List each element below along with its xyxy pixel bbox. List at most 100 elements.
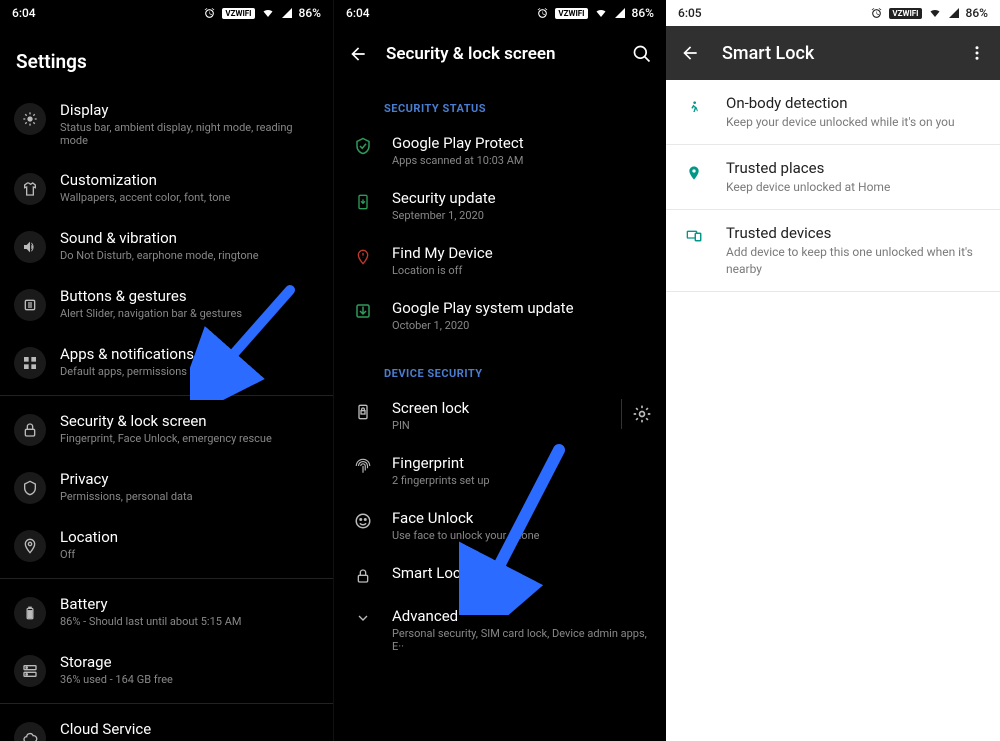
item-sub: Off <box>60 548 118 561</box>
location-alert-icon <box>355 247 371 267</box>
settings-item-buttons[interactable]: Buttons & gestures Alert Slider, navigati… <box>0 275 333 333</box>
item-label: Screen lock <box>392 399 469 417</box>
status-bar: 6:05 VZWIFI 86% <box>666 0 1000 26</box>
wifi-icon <box>261 7 275 19</box>
gear-icon[interactable] <box>632 404 652 424</box>
settings-item-battery[interactable]: Battery 86% - Should last until about 5:1… <box>0 583 333 641</box>
item-label: Find My Device <box>392 244 493 262</box>
settings-item-customization[interactable]: CustomizationWallpapers, accent color, f… <box>0 159 333 217</box>
item-label: Advanced <box>392 607 652 625</box>
item-sub: Keep your device unlocked while it's on … <box>726 114 955 130</box>
signal-icon <box>614 7 626 19</box>
carrier-badge: VZWIFI <box>555 8 587 19</box>
page-title: Settings <box>0 26 333 89</box>
item-sub: Fingerprint, Face Unlock, emergency resc… <box>60 432 272 445</box>
sec-item-play-protect[interactable]: Google Play Protect Apps scanned at 10:03… <box>334 123 666 178</box>
settings-panel: 6:04 VZWIFI 86% Settings DisplayStatus b… <box>0 0 333 741</box>
page-title: Security & lock screen <box>386 44 614 64</box>
status-time: 6:04 <box>12 6 36 20</box>
sec-item-face-unlock[interactable]: Face UnlockUse face to unlock your phone <box>334 498 666 553</box>
alarm-icon <box>203 7 216 20</box>
item-sub: Status bar, ambient display, night mode,… <box>60 121 319 147</box>
shirt-icon <box>22 181 38 197</box>
item-label: Trusted devices <box>726 224 982 242</box>
back-icon[interactable] <box>348 44 368 64</box>
shield-check-icon <box>354 137 372 155</box>
settings-item-location[interactable]: Location Off <box>0 516 333 574</box>
sec-item-screen-lock[interactable]: Screen lock PIN <box>334 388 666 443</box>
status-bar: 6:04 VZWIFI 86% <box>334 0 666 26</box>
item-sub: Wallpapers, accent color, font, tone <box>60 191 230 204</box>
more-icon[interactable] <box>968 44 986 62</box>
lock-icon <box>355 567 371 585</box>
settings-item-cloud[interactable]: Cloud ServiceSync data with cloud <box>0 708 333 741</box>
sec-item-play-system-update[interactable]: Google Play system update October 1, 2020 <box>334 288 666 343</box>
item-sub: October 1, 2020 <box>392 319 574 332</box>
divider <box>0 395 333 396</box>
sec-item-security-update[interactable]: Security updateSeptember 1, 2020 <box>334 178 666 233</box>
item-label: Location <box>60 528 118 546</box>
storage-icon <box>22 663 38 679</box>
sl-item-trusted-places[interactable]: Trusted places Keep device unlocked at Ho… <box>666 145 1000 210</box>
item-label: Cloud Service <box>60 720 161 738</box>
item-sub: Keep device unlocked at Home <box>726 179 890 195</box>
display-icon <box>22 111 38 127</box>
item-label: Fingerprint <box>392 454 490 472</box>
item-sub: 86% - Should last until about 5:15 AM <box>60 615 241 628</box>
alarm-icon <box>536 7 549 20</box>
item-label: Google Play Protect <box>392 134 524 152</box>
settings-item-apps[interactable]: Apps & notifications Default apps, permis… <box>0 333 333 391</box>
page-title: Smart Lock <box>722 43 946 64</box>
sl-item-onbody[interactable]: On-body detectionKeep your device unlock… <box>666 80 1000 145</box>
section-device-security: DEVICE SECURITY <box>334 343 666 388</box>
battery-pct: 86% <box>299 6 321 20</box>
settings-item-storage[interactable]: Storage36% used - 164 GB free <box>0 641 333 699</box>
sec-item-find-device[interactable]: Find My DeviceLocation is off <box>334 233 666 288</box>
chevron-down-icon <box>355 610 371 626</box>
item-sub: Apps scanned at 10:03 AM <box>392 154 524 167</box>
sec-item-advanced[interactable]: Advanced Personal security, SIM card lock… <box>334 596 666 664</box>
phone-update-icon <box>355 192 371 212</box>
item-label: Security & lock screen <box>60 412 272 430</box>
settings-item-display[interactable]: DisplayStatus bar, ambient display, nigh… <box>0 89 333 159</box>
signal-icon <box>948 7 960 19</box>
smart-lock-panel: 6:05 VZWIFI 86% Smart Lock On-body detec… <box>666 0 1000 741</box>
battery-pct: 86% <box>632 6 654 20</box>
settings-item-privacy[interactable]: PrivacyPermissions, personal data <box>0 458 333 516</box>
sec-item-smart-lock[interactable]: Smart Lock <box>334 553 666 596</box>
item-label: Buttons & gestures <box>60 287 242 305</box>
fingerprint-icon <box>354 457 372 475</box>
item-sub: PIN <box>392 419 469 432</box>
item-label: Google Play system update <box>392 299 574 317</box>
item-label: Apps & notifications <box>60 345 194 363</box>
sl-item-trusted-devices[interactable]: Trusted devices Add device to keep this o… <box>666 210 1000 291</box>
item-sub: Permissions, personal data <box>60 490 193 503</box>
item-sub: Use face to unlock your phone <box>392 529 539 542</box>
apps-icon <box>22 355 38 371</box>
item-sub: Personal security, SIM card lock, Device… <box>392 627 652 653</box>
carrier-badge: VZWIFI <box>889 8 921 19</box>
item-label: Smart Lock <box>392 564 468 582</box>
item-sub: Add device to keep this one unlocked whe… <box>726 244 982 276</box>
phone-lock-icon <box>355 402 371 422</box>
settings-item-sound[interactable]: Sound & vibrationDo Not Disturb, earphon… <box>0 217 333 275</box>
item-sub: Alert Slider, navigation bar & gestures <box>60 307 242 320</box>
item-sub: 2 fingerprints set up <box>392 474 490 487</box>
location-icon <box>22 538 38 554</box>
search-icon[interactable] <box>632 44 652 64</box>
sec-item-fingerprint[interactable]: Fingerprint 2 fingerprints set up <box>334 443 666 498</box>
status-time: 6:04 <box>346 6 370 20</box>
item-label: Trusted places <box>726 159 890 177</box>
wifi-icon <box>928 7 942 19</box>
battery-pct: 86% <box>966 6 988 20</box>
system-update-icon <box>354 302 372 320</box>
volume-icon <box>22 239 38 255</box>
section-security-status: SECURITY STATUS <box>334 78 666 123</box>
back-icon[interactable] <box>680 43 700 63</box>
status-icons: VZWIFI 86% <box>870 6 988 20</box>
item-sub: Default apps, permissions <box>60 365 194 378</box>
item-sub: 36% used - 164 GB free <box>60 673 173 686</box>
item-label: Battery <box>60 595 241 613</box>
settings-item-security[interactable]: Security & lock screen Fingerprint, Face … <box>0 400 333 458</box>
status-bar: 6:04 VZWIFI 86% <box>0 0 333 26</box>
